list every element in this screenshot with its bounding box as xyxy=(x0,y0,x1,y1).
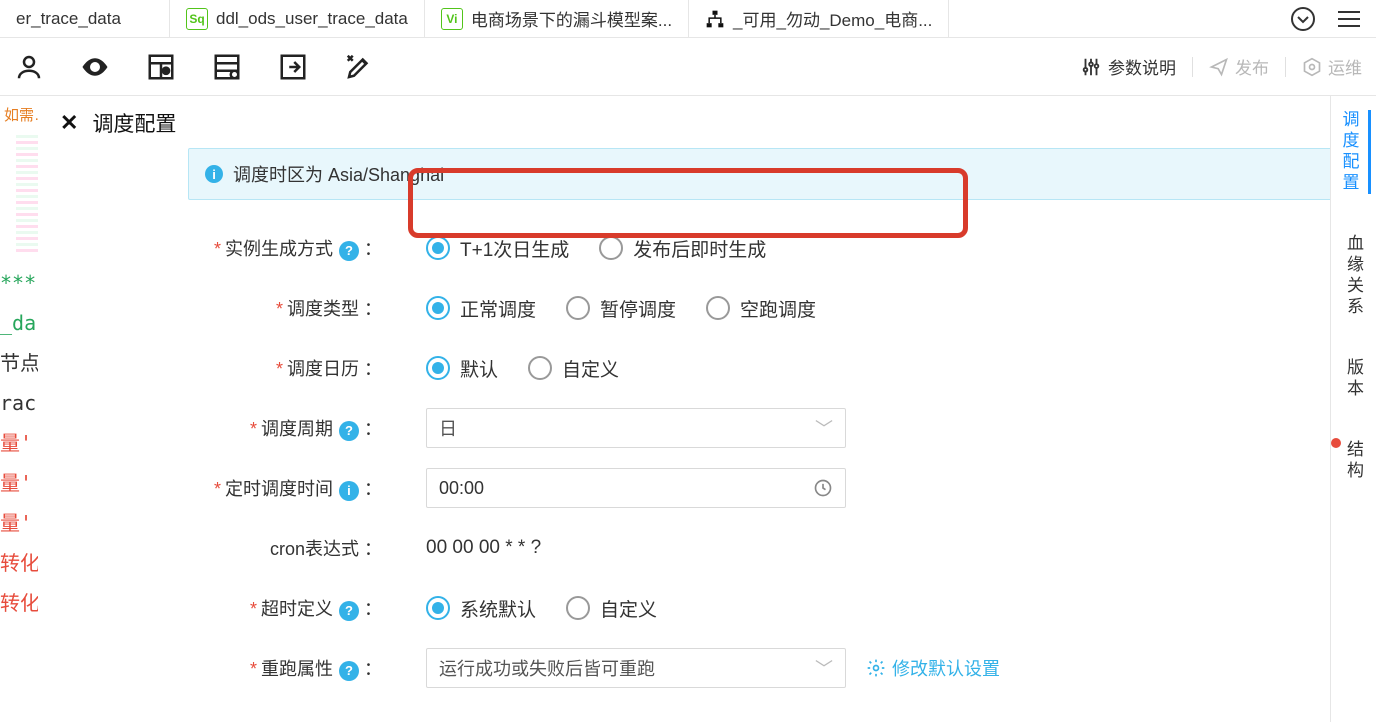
time-label: 定时调度时间i ： xyxy=(188,475,388,501)
rail-structure[interactable]: 结构 xyxy=(1341,440,1366,482)
divider xyxy=(1192,57,1193,77)
user-icon[interactable] xyxy=(14,52,44,82)
tab-3[interactable]: _可用_勿动_Demo_电商... xyxy=(689,0,949,37)
refresh-dropdown-icon[interactable] xyxy=(1290,6,1316,32)
export-icon[interactable] xyxy=(278,52,308,82)
help-icon[interactable]: ? xyxy=(339,601,359,621)
radio-immediate[interactable]: 发布后即时生成 xyxy=(599,235,776,262)
right-rail: 调度配置 血缘关系 版本 结构 xyxy=(1330,96,1376,722)
tab-0[interactable]: er_trace_data xyxy=(0,0,170,37)
row-schedule-type: 调度类型 ： 正常调度 暂停调度 空跑调度 xyxy=(188,278,1354,338)
gear-icon xyxy=(866,658,886,678)
period-select[interactable]: 日 ﹀ xyxy=(426,408,846,448)
chevron-down-icon: ﹀ xyxy=(815,655,833,681)
workflow-icon xyxy=(705,9,725,29)
menu-icon[interactable] xyxy=(1338,11,1360,27)
layout-icon[interactable] xyxy=(146,52,176,82)
tab-label: ddl_ods_user_trace_data xyxy=(216,9,408,29)
code-sliver: *** _da 节点 rac 量' 量' 量' 转化 转化 xyxy=(0,263,38,623)
radio-t1[interactable]: T+1次日生成 xyxy=(426,235,579,262)
help-icon[interactable]: ? xyxy=(339,421,359,441)
rail-lineage[interactable]: 血缘关系 xyxy=(1341,234,1366,318)
divider xyxy=(1285,57,1286,77)
config-panel: ✕ 调度配置 i 调度时区为 Asia/Shanghai 实例生成方式? ： T… xyxy=(38,96,1376,722)
editor-gutter: 如需… *** _da 节点 rac 量' 量' 量' 转化 转化 xyxy=(0,96,38,722)
help-icon[interactable]: i xyxy=(339,481,359,501)
row-instance-generation: 实例生成方式? ： T+1次日生成 发布后即时生成 xyxy=(188,218,1354,278)
row-timeout: 超时定义? ： 系统默认 自定义 xyxy=(188,578,1354,638)
help-icon[interactable]: ? xyxy=(339,241,359,261)
sql-badge-icon: Sq xyxy=(186,8,208,30)
preview-icon[interactable] xyxy=(80,52,110,82)
design-icon[interactable] xyxy=(344,52,374,82)
ops-button[interactable]: 运维 xyxy=(1302,54,1362,79)
tab-label: er_trace_data xyxy=(16,9,121,29)
clock-icon xyxy=(813,478,833,498)
row-cron: cron表达式 ： 00 00 00 * * ? xyxy=(188,518,1354,578)
action-toolbar: 参数说明 发布 运维 xyxy=(0,38,1376,96)
radio-default-cal[interactable]: 默认 xyxy=(426,355,508,382)
radio-timeout-default[interactable]: 系统默认 xyxy=(426,595,546,622)
calendar-label: 调度日历 ： xyxy=(188,355,388,381)
banner-text: 调度时区为 Asia/Shanghai xyxy=(233,161,444,187)
help-icon[interactable]: ? xyxy=(339,661,359,681)
cron-value: 00 00 00 * * ? xyxy=(426,537,541,559)
document-tabs: er_trace_data Sq ddl_ods_user_trace_data… xyxy=(0,0,1376,38)
radio-timeout-custom[interactable]: 自定义 xyxy=(566,595,667,622)
tab-2[interactable]: Vi 电商场景下的漏斗模型案... xyxy=(425,0,689,37)
time-input[interactable]: 00:00 xyxy=(426,468,846,508)
radio-dryrun[interactable]: 空跑调度 xyxy=(706,295,826,322)
timeout-label: 超时定义? ： xyxy=(188,595,388,621)
timezone-banner: i 调度时区为 Asia/Shanghai xyxy=(188,148,1354,200)
radio-custom-cal[interactable]: 自定义 xyxy=(528,355,629,382)
rerun-label: 重跑属性? ： xyxy=(188,655,388,681)
cron-label: cron表达式 ： xyxy=(188,535,388,561)
radio-normal[interactable]: 正常调度 xyxy=(426,295,546,322)
row-rerun: 重跑属性? ： 运行成功或失败后皆可重跑 ﹀ 修改默认设置 xyxy=(188,638,1354,698)
minimap[interactable] xyxy=(0,133,38,263)
params-label: 参数说明 xyxy=(1108,54,1176,79)
row-time: 定时调度时间i ： 00:00 xyxy=(188,458,1354,518)
notification-dot xyxy=(1331,438,1341,448)
panel-title: 调度配置 xyxy=(92,108,176,138)
sliders-icon xyxy=(1080,56,1102,78)
period-label: 调度周期? ： xyxy=(188,415,388,441)
ops-icon xyxy=(1302,57,1322,77)
send-icon xyxy=(1209,57,1229,77)
radio-pause[interactable]: 暂停调度 xyxy=(566,295,686,322)
publish-label: 发布 xyxy=(1235,54,1269,79)
visual-badge-icon: Vi xyxy=(441,8,463,30)
tab-label: _可用_勿动_Demo_电商... xyxy=(733,6,932,31)
modify-default-link[interactable]: 修改默认设置 xyxy=(866,655,1000,681)
row-period: 调度周期? ： 日 ﹀ xyxy=(188,398,1354,458)
tab-label: 电商场景下的漏斗模型案... xyxy=(471,6,672,31)
schedule-type-label: 调度类型 ： xyxy=(188,295,388,321)
rail-schedule-config[interactable]: 调度配置 xyxy=(1337,110,1371,194)
instance-generation-label: 实例生成方式? ： xyxy=(188,235,388,261)
ops-label: 运维 xyxy=(1328,54,1362,79)
row-calendar: 调度日历 ： 默认 自定义 xyxy=(188,338,1354,398)
rerun-select[interactable]: 运行成功或失败后皆可重跑 ﹀ xyxy=(426,648,846,688)
rail-version[interactable]: 版本 xyxy=(1341,358,1366,400)
info-icon: i xyxy=(205,165,223,183)
params-button[interactable]: 参数说明 xyxy=(1080,54,1176,79)
tab-1[interactable]: Sq ddl_ods_user_trace_data xyxy=(170,0,425,37)
close-icon[interactable]: ✕ xyxy=(60,112,78,134)
left-warning: 如需… xyxy=(0,96,38,133)
table-icon[interactable] xyxy=(212,52,242,82)
publish-button[interactable]: 发布 xyxy=(1209,54,1269,79)
chevron-down-icon: ﹀ xyxy=(815,415,833,441)
